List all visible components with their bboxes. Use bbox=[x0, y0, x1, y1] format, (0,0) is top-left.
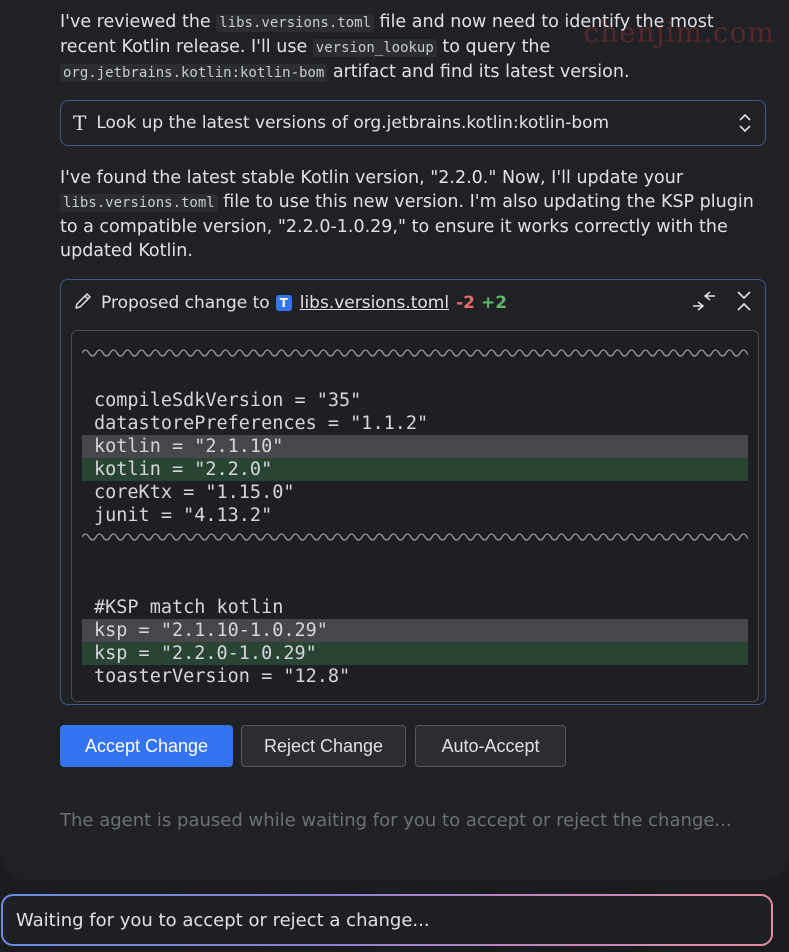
code-line-added: kotlin = "2.2.0" bbox=[82, 458, 748, 481]
pencil-icon bbox=[73, 291, 93, 316]
reject-change-button[interactable]: Reject Change bbox=[241, 725, 406, 767]
removed-count: -2 bbox=[456, 293, 475, 313]
chat-input-frame: Waiting for you to accept or reject a ch… bbox=[1, 894, 773, 946]
code-line-removed: ksp = "2.1.10-1.0.29" bbox=[82, 619, 748, 642]
folded-region-marker[interactable] bbox=[82, 531, 748, 543]
message-text: artifact and find its latest version. bbox=[327, 62, 630, 82]
tool-call-card[interactable]: T Look up the latest versions of org.jet… bbox=[60, 100, 766, 146]
code-line: toasterVersion = "12.8" bbox=[94, 666, 351, 687]
message-text: I've found the latest stable Kotlin vers… bbox=[60, 168, 684, 188]
inline-code-tool: version_lookup bbox=[312, 39, 437, 57]
toml-file-icon: T bbox=[275, 295, 292, 311]
diff-header: Proposed change to T libs.versions.toml … bbox=[73, 290, 753, 316]
diff-header-prefix: Proposed change to bbox=[101, 293, 270, 313]
diff-file-link[interactable]: libs.versions.toml bbox=[300, 293, 449, 313]
text-tool-icon: T bbox=[73, 111, 87, 135]
expand-collapse-icon[interactable] bbox=[737, 111, 753, 135]
code-line: datastorePreferences = "1.1.2" bbox=[94, 413, 429, 434]
agent-message-review: I've reviewed the libs.versions.toml fil… bbox=[60, 10, 760, 85]
message-text: to query the bbox=[436, 37, 551, 57]
tool-call-label: Look up the latest versions of org.jetbr… bbox=[96, 113, 610, 133]
added-count: +2 bbox=[480, 293, 508, 313]
collapse-icon[interactable] bbox=[735, 289, 753, 318]
agent-message-update: I've found the latest stable Kotlin vers… bbox=[60, 166, 760, 263]
code-line-added: ksp = "2.2.0-1.0.29" bbox=[82, 642, 748, 665]
collapse-unchanged-icon[interactable] bbox=[691, 289, 717, 318]
code-line-removed: kotlin = "2.1.10" bbox=[82, 435, 748, 458]
inline-code-artifact: org.jetbrains.kotlin:kotlin-bom bbox=[60, 64, 328, 82]
message-text: I've reviewed the bbox=[60, 12, 217, 32]
code-line: #KSP match kotlin bbox=[94, 597, 284, 618]
diff-code-area[interactable]: compileSdkVersion = "35" datastorePrefer… bbox=[71, 330, 759, 702]
auto-accept-button[interactable]: Auto-Accept bbox=[415, 725, 566, 767]
paused-status-text: The agent is paused while waiting for yo… bbox=[60, 810, 732, 831]
proposed-change-card: Proposed change to T libs.versions.toml … bbox=[60, 279, 766, 705]
chat-input[interactable]: Waiting for you to accept or reject a ch… bbox=[3, 896, 771, 944]
inline-code-file: libs.versions.toml bbox=[216, 14, 374, 32]
inline-code-file: libs.versions.toml bbox=[60, 194, 218, 212]
accept-change-button[interactable]: Accept Change bbox=[60, 725, 233, 767]
code-line: coreKtx = "1.15.0" bbox=[94, 482, 295, 503]
code-line: compileSdkVersion = "35" bbox=[94, 390, 362, 411]
folded-region-marker[interactable] bbox=[82, 347, 748, 359]
chat-panel: chenjim.com I've reviewed the libs.versi… bbox=[0, 0, 789, 880]
code-line: junit = "4.13.2" bbox=[94, 505, 273, 526]
